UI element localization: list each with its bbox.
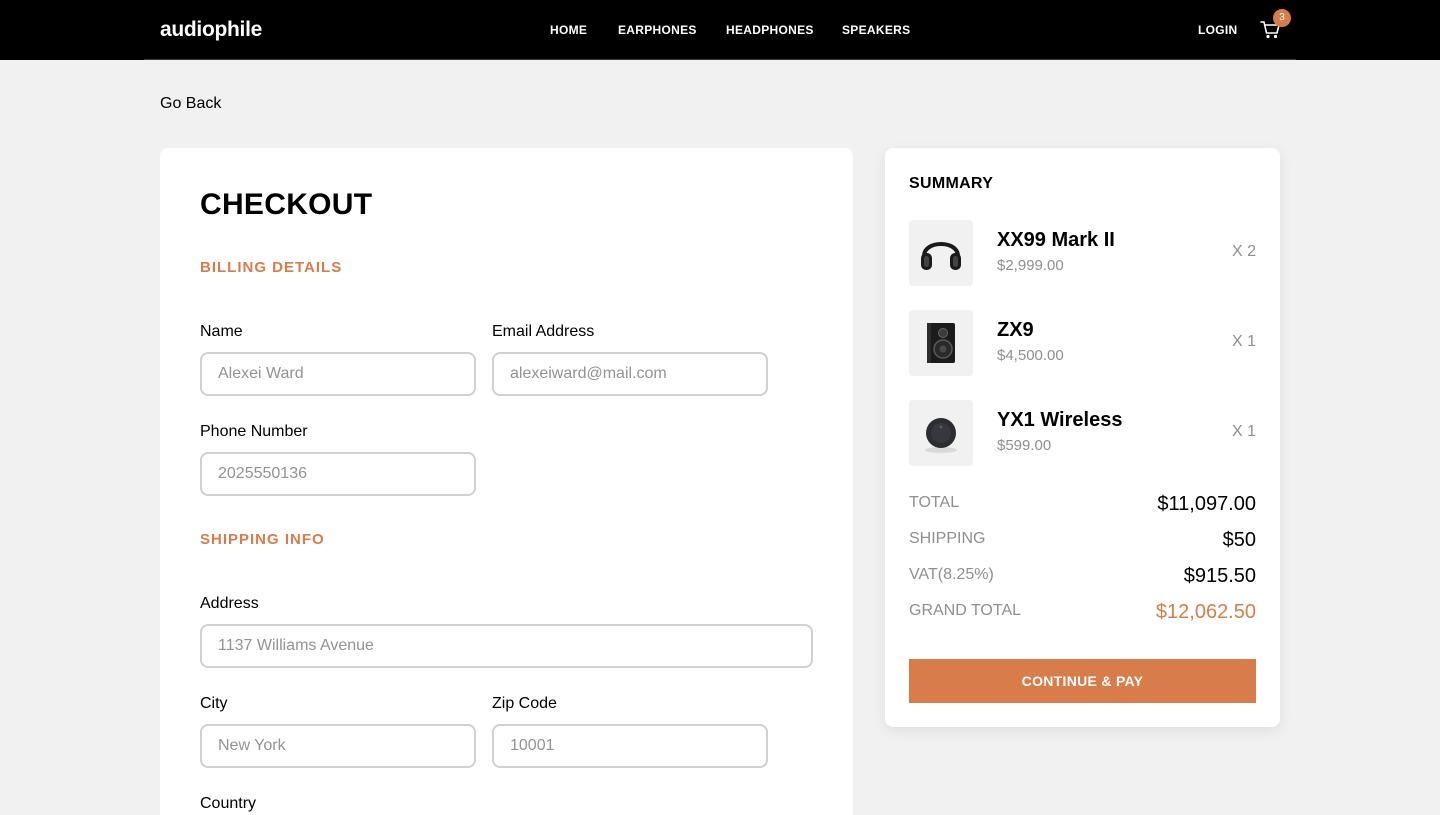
product-thumbnail xyxy=(909,400,973,466)
email-input[interactable] xyxy=(492,352,768,396)
item-price: $2,999.00 xyxy=(997,257,1064,274)
item-quantity: X 1 xyxy=(1231,333,1256,350)
vat-value: $915.50 xyxy=(1183,565,1256,587)
city-input[interactable] xyxy=(200,724,476,768)
total-label: TOTAL xyxy=(909,494,960,511)
name-input[interactable] xyxy=(200,352,476,396)
continue-and-pay-button[interactable]: CONTINUE & PAY xyxy=(909,659,1256,703)
item-quantity: X 1 xyxy=(1231,423,1256,440)
go-back-link[interactable]: Go Back xyxy=(160,95,221,113)
login-link[interactable]: LOGIN xyxy=(1198,22,1238,38)
billing-details-heading: BILLING DETAILS xyxy=(200,259,343,276)
product-thumbnail xyxy=(909,310,973,376)
logo[interactable]: audiophile xyxy=(160,17,262,42)
zip-code-label: Zip Code xyxy=(492,695,557,712)
nav-speakers[interactable]: SPEAKERS xyxy=(842,22,910,38)
nav-earphones[interactable]: EARPHONES xyxy=(618,22,697,38)
item-price: $599.00 xyxy=(997,437,1052,454)
shipping-label: SHIPPING xyxy=(909,530,986,547)
total-value: $11,097.00 xyxy=(1157,493,1256,515)
header-divider xyxy=(144,59,1296,60)
item-price: $4,500.00 xyxy=(997,347,1064,364)
headphones-icon xyxy=(921,242,961,270)
zip-code-input[interactable] xyxy=(492,724,768,768)
address-label: Address xyxy=(200,595,259,612)
item-name: XX99 Mark II xyxy=(997,229,1115,251)
checkout-title: CHECKOUT xyxy=(200,188,373,221)
country-label: Country xyxy=(200,795,257,812)
item-quantity: X 2 xyxy=(1231,243,1256,260)
cart-count-badge: 3 xyxy=(1273,9,1291,27)
address-input[interactable] xyxy=(200,624,813,668)
shipping-value: $50 xyxy=(1222,529,1256,551)
phone-label: Phone Number xyxy=(200,423,308,440)
nav-headphones[interactable]: HEADPHONES xyxy=(726,22,814,38)
grand-total-label: GRAND TOTAL xyxy=(909,602,1022,619)
item-name: ZX9 xyxy=(997,319,1034,341)
email-label: Email Address xyxy=(492,323,595,340)
vat-label: VAT(8.25%) xyxy=(909,566,994,583)
nav-home[interactable]: HOME xyxy=(550,22,587,38)
city-label: City xyxy=(200,695,228,712)
summary-title: SUMMARY xyxy=(909,175,994,192)
order-summary-card: SUMMARY XX99 Mark II $2,999.00 X 2 ZX9 $… xyxy=(885,148,1280,727)
item-name: YX1 Wireless xyxy=(997,409,1123,431)
checkout-form-card: CHECKOUT BILLING DETAILS Name Email Addr… xyxy=(160,148,853,815)
product-thumbnail xyxy=(909,220,973,286)
phone-input[interactable] xyxy=(200,452,476,496)
speaker-icon xyxy=(927,323,955,363)
name-label: Name xyxy=(200,323,243,340)
earphones-icon xyxy=(925,418,957,453)
shipping-info-heading: SHIPPING INFO xyxy=(200,531,325,548)
grand-total-value: $12,062.50 xyxy=(1155,601,1256,623)
